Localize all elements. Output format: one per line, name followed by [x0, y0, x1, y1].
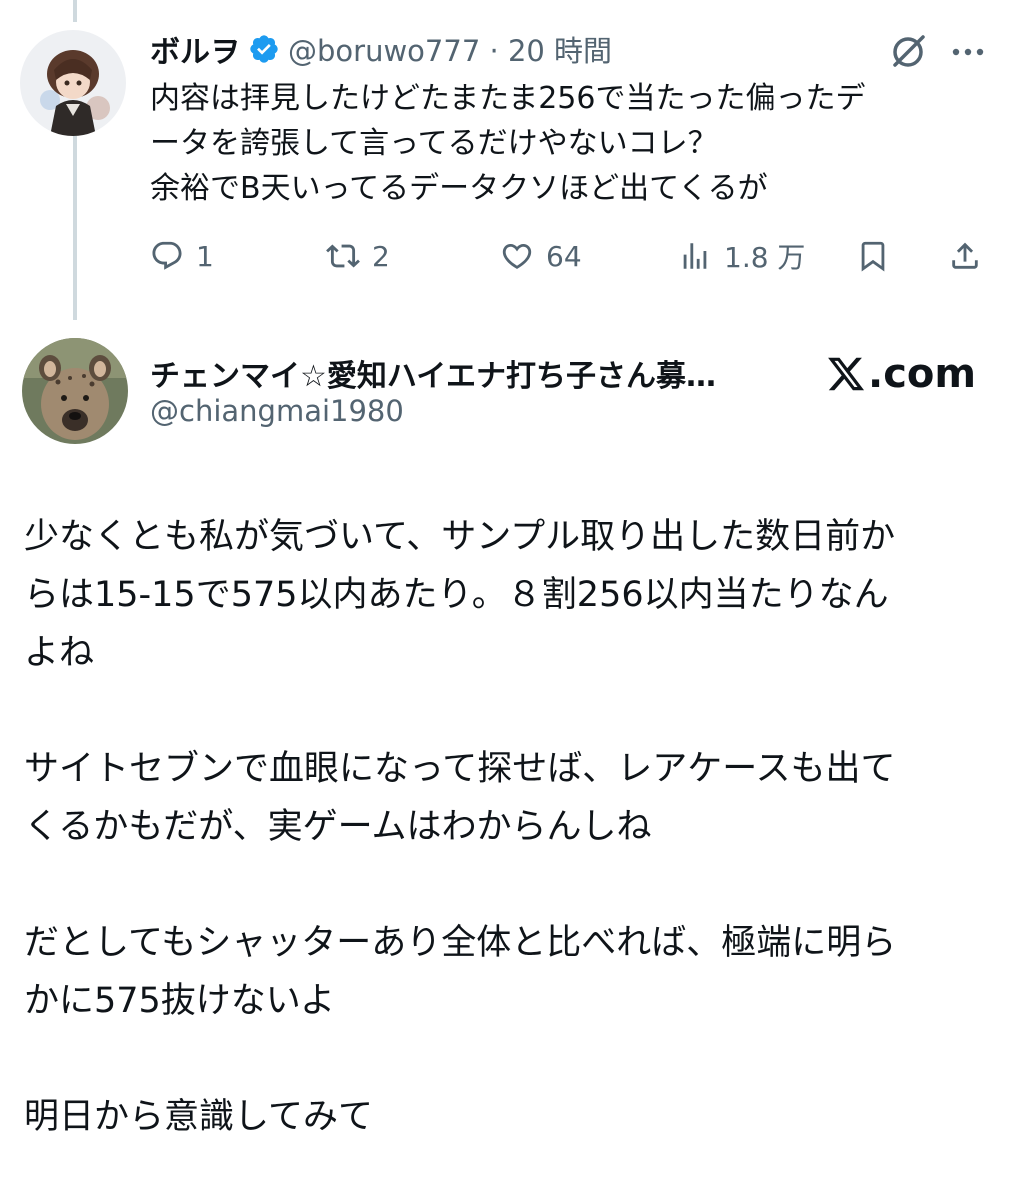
bookmark-icon — [861, 241, 885, 272]
bookmark-button[interactable] — [856, 232, 890, 280]
brand-suffix: .com — [868, 351, 977, 397]
tweet1-text: 内容は拝見したけどたまたま256で当たった偏ったデ ータを誇張して言ってるだけや… — [150, 76, 1000, 211]
avatar[interactable] — [20, 30, 126, 136]
verified-badge-icon — [248, 33, 280, 65]
display-name[interactable]: ボルヲ — [150, 27, 240, 71]
text-line: 明日から意識してみて — [24, 1097, 373, 1137]
more-icon[interactable] — [946, 34, 990, 70]
retweet-count: 2 — [372, 239, 390, 273]
display-name[interactable]: チェンマイ☆愛知ハイエナ打ち子さん募… — [150, 351, 716, 395]
views-count: 1.8 万 — [724, 241, 806, 274]
paragraph: だとしてもシャッターあり全体と比べれば、極端に明ら かに575抜けないよ — [24, 914, 994, 1030]
tweet-text-line: 余裕でB天いってるデータクソほど出てくるが — [150, 171, 768, 206]
retweet-button[interactable]: 2 — [326, 232, 390, 280]
tweet1-header: ボルヲ @boruwo777 · 20 時間 — [150, 26, 612, 72]
text-line: サイトセブンで血眼になって探せば、レアケースも出て — [24, 749, 896, 789]
tweet2-text: 少なくとも私が気づいて、サンプル取り出した数日前か らは15-15で575以内あ… — [24, 508, 994, 1146]
like-icon — [502, 243, 532, 269]
grok-icon[interactable] — [888, 32, 928, 72]
text-line: よね — [24, 633, 95, 673]
tweet2-header: チェンマイ☆愛知ハイエナ打ち子さん募… — [150, 350, 716, 396]
share-button[interactable] — [948, 232, 982, 280]
share-icon — [952, 242, 978, 269]
x-logo-icon — [828, 357, 865, 391]
paragraph: 明日から意識してみて — [24, 1088, 994, 1146]
tweet-text-line: 内容は拝見したけどたまたま256で当たった偏ったデ — [150, 81, 866, 116]
text-line: かに575抜けないよ — [24, 981, 336, 1021]
thread-line-top — [73, 0, 77, 22]
like-button[interactable]: 64 — [500, 232, 582, 280]
reply-count: 1 — [196, 239, 214, 273]
thread-line-bottom — [73, 128, 77, 320]
text-line: だとしてもシャッターあり全体と比べれば、極端に明ら — [24, 923, 897, 963]
retweet-icon — [326, 244, 360, 268]
reply-button[interactable]: 1 — [150, 232, 214, 280]
paragraph: 少なくとも私が気づいて、サンプル取り出した数日前か らは15-15で575以内あ… — [24, 508, 994, 682]
like-count: 64 — [546, 239, 582, 273]
handle-time[interactable]: @boruwo777 · 20 時間 — [288, 28, 612, 70]
text-line: 少なくとも私が気づいて、サンプル取り出した数日前か — [24, 517, 896, 557]
views-button[interactable]: 1.8 万 — [678, 232, 805, 280]
x-logo: .com — [826, 348, 976, 400]
avatar[interactable] — [22, 338, 128, 444]
handle[interactable]: @chiangmai1980 — [150, 394, 404, 428]
text-line: くるかもだが、実ゲームはわからんしね — [24, 807, 652, 847]
reply-icon — [152, 241, 182, 270]
views-icon — [683, 243, 707, 269]
paragraph: サイトセブンで血眼になって探せば、レアケースも出て くるかもだが、実ゲームはわか… — [24, 740, 994, 856]
tweet-text-line: ータを誇張して言ってるだけやないコレ？ — [150, 126, 718, 161]
text-line: らは15-15で575以内あたり。８割256以内当たりなん — [24, 575, 889, 615]
